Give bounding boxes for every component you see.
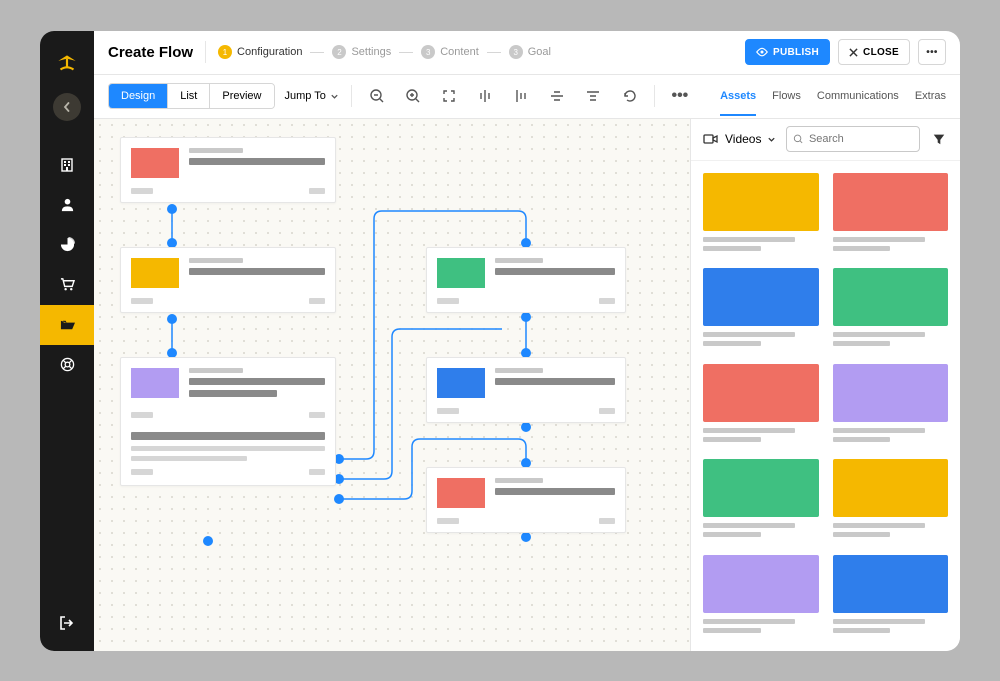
asset-thumbnail — [703, 173, 819, 231]
asset-thumbnail — [833, 459, 949, 517]
asset-item[interactable] — [833, 268, 949, 352]
search-input[interactable] — [809, 133, 913, 145]
life-ring-icon — [60, 357, 75, 372]
node-thumbnail — [131, 368, 179, 398]
funnel-icon — [932, 132, 946, 146]
asset-type-dropdown[interactable]: Videos — [701, 128, 778, 150]
toolbar: Design List Preview Jump To ••• Assets F… — [94, 75, 960, 119]
back-button[interactable] — [53, 93, 81, 121]
asset-item[interactable] — [833, 173, 949, 257]
eye-icon — [756, 46, 768, 58]
page-title: Create Flow — [108, 44, 193, 61]
user-icon — [60, 197, 75, 212]
asset-thumbnail — [703, 459, 819, 517]
asset-item[interactable] — [833, 555, 949, 639]
align-left-button[interactable] — [508, 83, 534, 109]
flow-node[interactable] — [120, 357, 336, 486]
asset-item[interactable] — [833, 459, 949, 543]
sidebar-item-building[interactable] — [40, 145, 94, 185]
video-camera-icon — [703, 132, 719, 146]
node-thumbnail — [131, 258, 179, 288]
asset-thumbnail — [833, 555, 949, 613]
step-content[interactable]: 3 Content — [421, 45, 479, 59]
sidebar-item-cart[interactable] — [40, 265, 94, 305]
view-tab-list[interactable]: List — [168, 84, 210, 108]
flow-node[interactable] — [120, 247, 336, 313]
sidebar-item-support[interactable] — [40, 345, 94, 385]
publish-button[interactable]: PUBLISH — [745, 39, 830, 65]
node-thumbnail — [131, 148, 179, 178]
chevron-down-icon — [330, 92, 339, 101]
header: Create Flow 1 Configuration 2 Settings 3… — [94, 31, 960, 75]
asset-item[interactable] — [703, 173, 819, 257]
panel-tab-communications[interactable]: Communications — [817, 76, 899, 116]
toolbar-more-button[interactable]: ••• — [667, 83, 693, 109]
main-area: Create Flow 1 Configuration 2 Settings 3… — [94, 31, 960, 651]
panel-tab-flows[interactable]: Flows — [772, 76, 801, 116]
undo-button[interactable] — [616, 83, 642, 109]
flow-node[interactable] — [426, 357, 626, 423]
asset-search[interactable] — [786, 126, 920, 152]
body-split: Videos — [94, 119, 960, 651]
fullscreen-button[interactable] — [436, 83, 462, 109]
app-sidebar — [40, 31, 94, 651]
panel-tab-extras[interactable]: Extras — [915, 76, 946, 116]
asset-thumbnail — [833, 364, 949, 422]
step-configuration[interactable]: 1 Configuration — [218, 45, 302, 59]
view-tab-preview[interactable]: Preview — [210, 84, 273, 108]
sidebar-item-logout[interactable] — [40, 603, 94, 643]
node-thumbnail — [437, 368, 485, 398]
sidebar-item-folder[interactable] — [40, 305, 94, 345]
chevron-left-icon — [62, 102, 72, 112]
asset-item[interactable] — [703, 268, 819, 352]
view-switch: Design List Preview — [108, 83, 275, 109]
app-window: Create Flow 1 Configuration 2 Settings 3… — [40, 31, 960, 651]
x-icon — [849, 48, 858, 57]
align-center-h-button[interactable] — [472, 83, 498, 109]
asset-item[interactable] — [703, 555, 819, 639]
asset-thumbnail — [833, 173, 949, 231]
assets-grid — [691, 161, 960, 651]
asset-item[interactable] — [833, 364, 949, 448]
align-center-v-button[interactable] — [544, 83, 570, 109]
zoom-in-button[interactable] — [400, 83, 426, 109]
logout-icon — [59, 615, 75, 631]
asset-thumbnail — [703, 364, 819, 422]
logo-icon — [54, 50, 80, 76]
assets-toolbar: Videos — [691, 119, 960, 161]
panel-tab-assets[interactable]: Assets — [720, 76, 756, 116]
step-goal[interactable]: 3 Goal — [509, 45, 551, 59]
view-tab-design[interactable]: Design — [109, 84, 168, 108]
step-settings[interactable]: 2 Settings — [332, 45, 391, 59]
search-icon — [793, 133, 803, 145]
jump-to-dropdown[interactable]: Jump To — [285, 90, 339, 102]
flow-node[interactable] — [426, 247, 626, 313]
cart-icon — [60, 277, 75, 292]
align-top-button[interactable] — [580, 83, 606, 109]
asset-item[interactable] — [703, 459, 819, 543]
panel-tabs: Assets Flows Communications Extras — [720, 76, 946, 116]
flow-node[interactable] — [120, 137, 336, 203]
sidebar-item-user[interactable] — [40, 185, 94, 225]
node-thumbnail — [437, 258, 485, 288]
building-icon — [59, 157, 75, 173]
node-thumbnail — [437, 478, 485, 508]
close-button[interactable]: CLOSE — [838, 39, 910, 65]
pie-chart-icon — [60, 237, 75, 252]
asset-thumbnail — [703, 555, 819, 613]
wizard-steps: 1 Configuration 2 Settings 3 Content 3 G… — [218, 45, 551, 59]
zoom-out-button[interactable] — [364, 83, 390, 109]
asset-thumbnail — [703, 268, 819, 326]
assets-panel: Videos — [690, 119, 960, 651]
flow-canvas[interactable] — [94, 119, 690, 651]
app-logo[interactable] — [40, 37, 94, 89]
flow-node[interactable] — [426, 467, 626, 533]
asset-thumbnail — [833, 268, 949, 326]
more-button[interactable]: ••• — [918, 39, 946, 65]
folder-open-icon — [60, 317, 75, 332]
filter-button[interactable] — [928, 128, 950, 150]
sidebar-item-chart[interactable] — [40, 225, 94, 265]
asset-item[interactable] — [703, 364, 819, 448]
chevron-down-icon — [767, 135, 776, 144]
